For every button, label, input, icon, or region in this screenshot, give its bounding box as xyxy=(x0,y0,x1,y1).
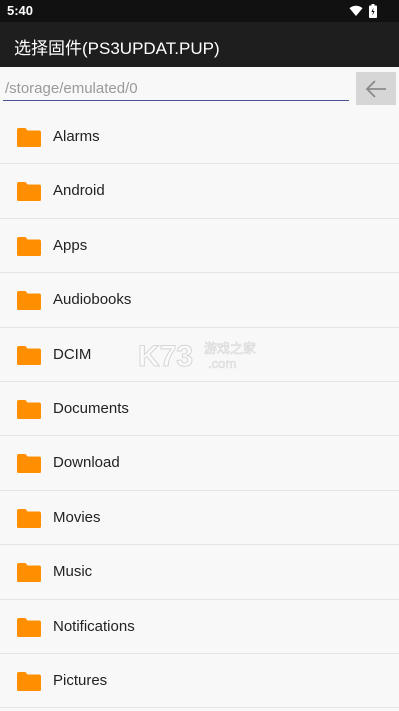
app-bar: 选择固件(PS3UPDAT.PUP) xyxy=(0,22,399,67)
battery-icon xyxy=(369,4,377,18)
page-title: 选择固件(PS3UPDAT.PUP) xyxy=(14,39,220,58)
back-button[interactable] xyxy=(356,72,396,105)
folder-icon xyxy=(17,563,41,583)
status-icons xyxy=(349,3,377,19)
folder-name: Notifications xyxy=(53,617,135,635)
folder-icon xyxy=(17,399,41,419)
folder-icon xyxy=(17,345,41,365)
folder-name: Movies xyxy=(53,508,101,526)
arrow-left-icon xyxy=(365,79,386,98)
list-item[interactable]: Apps xyxy=(0,218,399,274)
list-item[interactable]: Pictures xyxy=(0,653,399,709)
watermark-text: 游戏之家 xyxy=(204,341,256,357)
folder-icon xyxy=(17,671,41,691)
folder-name: Music xyxy=(53,563,93,581)
status-bar: 5:40 xyxy=(0,0,399,22)
list-item[interactable]: Movies xyxy=(0,490,399,546)
list-item[interactable]: Audiobooks xyxy=(0,273,399,328)
watermark-logo: K73 游戏之家 .com xyxy=(138,340,256,374)
folder-icon xyxy=(17,454,41,474)
list-item[interactable]: Documents xyxy=(0,381,399,437)
folder-name: Alarms xyxy=(53,128,100,145)
folder-name: Pictures xyxy=(53,671,108,689)
folder-name: Apps xyxy=(53,236,88,254)
watermark-brand: K73 xyxy=(138,340,193,373)
list-item[interactable]: Alarms xyxy=(0,110,399,165)
folder-name: Download xyxy=(53,454,120,472)
folder-name: DCIM xyxy=(53,345,92,363)
folder-icon xyxy=(17,291,41,311)
folder-icon xyxy=(17,182,41,202)
list-item[interactable]: Download xyxy=(0,436,399,491)
list-item[interactable]: Android xyxy=(0,164,399,219)
folder-name: Android xyxy=(53,182,105,200)
list-item[interactable]: Music xyxy=(0,545,399,600)
folder-name: Audiobooks xyxy=(53,291,132,309)
wifi-icon xyxy=(349,5,363,17)
list-item[interactable]: Notifications xyxy=(0,599,399,654)
watermark-suffix: .com xyxy=(208,356,236,371)
folder-list: Alarms Android Apps Audiobooks DCIM Documents… xyxy=(0,110,399,709)
folder-name: Documents xyxy=(53,399,129,417)
status-time: 5:40 xyxy=(7,3,34,18)
path-input[interactable] xyxy=(3,76,349,101)
folder-icon xyxy=(17,128,41,147)
folder-icon xyxy=(17,617,41,637)
folder-icon xyxy=(17,236,41,256)
folder-icon xyxy=(17,508,41,528)
